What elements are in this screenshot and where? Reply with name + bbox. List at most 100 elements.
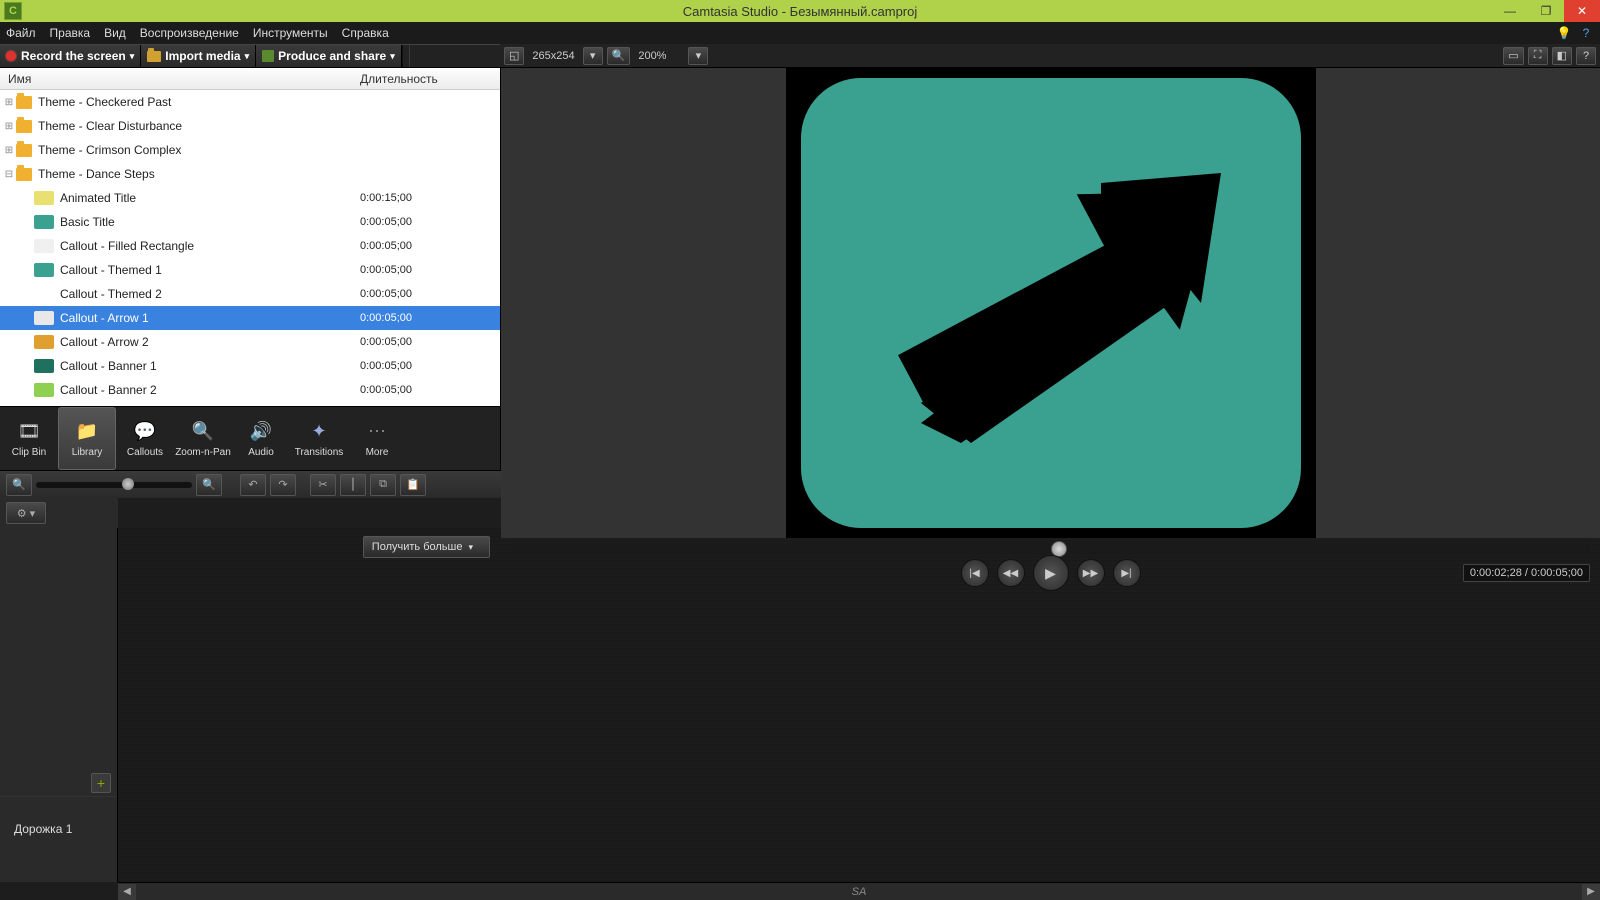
zoom-out-button[interactable]: 🔍 [6, 474, 32, 496]
zoom-slider[interactable] [36, 482, 192, 488]
preview-zoom-caret[interactable]: ▾ [688, 47, 708, 65]
library-pane: Имя Длительность ⊞Theme - Checkered Past… [0, 68, 500, 470]
preview-dim-caret[interactable]: ▾ [583, 47, 603, 65]
item-swatch-icon [34, 383, 54, 397]
theme-folder[interactable]: ⊞Theme - Crimson Complex [0, 138, 500, 162]
library-list[interactable]: ⊞Theme - Checkered Past⊞Theme - Clear Di… [0, 90, 500, 406]
library-item[interactable]: Callout - Themed 20:00:05;00 [0, 282, 500, 306]
track-content[interactable] [118, 528, 1600, 882]
close-button[interactable]: ✕ [1564, 0, 1600, 22]
zoom-thumb[interactable] [122, 478, 134, 490]
zoom-in-button[interactable]: 🔍 [196, 474, 222, 496]
library-item[interactable]: Callout - Wavy Rectangle0:00:05;00 [0, 402, 500, 406]
item-duration: 0:00:05;00 [360, 312, 500, 324]
library-item[interactable]: Callout - Banner 20:00:05;00 [0, 378, 500, 402]
item-label: Callout - Filled Rectangle [60, 239, 360, 253]
theme-folder[interactable]: ⊞Theme - Checkered Past [0, 90, 500, 114]
tips-icon[interactable]: 💡 [1556, 25, 1572, 41]
get-more-button[interactable]: Получить больше [363, 536, 490, 558]
tab-audio[interactable]: 🔊 Audio [232, 407, 290, 470]
menu-tools[interactable]: Инструменты [253, 26, 328, 40]
menubar: Файл Правка Вид Воспроизведение Инструме… [0, 22, 1600, 44]
library-item[interactable]: Callout - Arrow 10:00:05;00 [0, 306, 500, 330]
preview-canvas[interactable] [501, 68, 1600, 538]
timeline-options-button[interactable]: ⚙ ▾ [6, 502, 46, 524]
expand-icon[interactable]: ⊞ [2, 97, 16, 108]
item-label: Callout - Arrow 1 [60, 311, 360, 325]
undo-button[interactable]: ↶ [240, 474, 266, 496]
menu-edit[interactable]: Правка [50, 26, 91, 40]
titlebar: C Camtasia Studio - Безымянный.camproj —… [0, 0, 1600, 22]
tab-more[interactable]: ⋯ More [348, 407, 406, 470]
cut-button[interactable]: ✂ [310, 474, 336, 496]
menu-help[interactable]: Справка [342, 26, 389, 40]
expand-icon[interactable]: ⊞ [2, 145, 16, 156]
folder-icon [16, 96, 32, 109]
folder-icon [16, 168, 32, 181]
paste-button[interactable]: 📋 [400, 474, 426, 496]
theme-folder[interactable]: ⊞Theme - Clear Disturbance [0, 114, 500, 138]
item-label: Basic Title [60, 215, 360, 229]
library-item[interactable]: Animated Title0:00:15;00 [0, 186, 500, 210]
help-icon[interactable]: ? [1578, 25, 1594, 41]
transitions-icon: ✦ [305, 420, 333, 444]
redo-button[interactable]: ↷ [270, 474, 296, 496]
library-item[interactable]: Callout - Filled Rectangle0:00:05;00 [0, 234, 500, 258]
folder-icon [16, 120, 32, 133]
split-button[interactable]: ⎮ [340, 474, 366, 496]
item-duration: 0:00:15;00 [360, 192, 500, 204]
item-swatch-icon [34, 311, 54, 325]
theme-label: Theme - Dance Steps [38, 167, 360, 181]
preview-settings-button[interactable]: ◧ [1552, 47, 1572, 65]
library-item[interactable]: Callout - Themed 10:00:05;00 [0, 258, 500, 282]
tab-clipbin[interactable]: 🎞 Clip Bin [0, 407, 58, 470]
add-track-button[interactable]: + [91, 773, 111, 793]
preview-help-button[interactable]: ? [1576, 47, 1596, 65]
tab-zoom[interactable]: 🔍 Zoom-n-Pan [174, 407, 232, 470]
toolbar-grip[interactable] [402, 45, 410, 67]
preview-fullscreen-button[interactable]: ⛶ [1528, 47, 1548, 65]
more-icon: ⋯ [363, 420, 391, 444]
arrow-icon [871, 143, 1231, 463]
item-label: Callout - Themed 1 [60, 263, 360, 277]
expand-icon[interactable]: ⊞ [2, 121, 16, 132]
item-duration: 0:00:05;00 [360, 216, 500, 228]
produce-share-button[interactable]: Produce and share▾ [256, 45, 402, 67]
expand-icon[interactable]: ⊟ [2, 169, 16, 180]
item-swatch-icon [34, 215, 54, 229]
tab-callouts[interactable]: 💬 Callouts [116, 407, 174, 470]
timeline-scrollbar[interactable]: ◀ SA ▶ [118, 882, 1600, 900]
library-item[interactable]: Basic Title0:00:05;00 [0, 210, 500, 234]
item-label: Animated Title [60, 191, 360, 205]
shrink-fit-button[interactable]: ◱ [504, 47, 524, 65]
col-duration[interactable]: Длительность [360, 72, 500, 86]
theme-folder[interactable]: ⊟ Theme - Dance Steps [0, 162, 500, 186]
clipbin-icon: 🎞 [15, 420, 43, 444]
track-label-1[interactable]: Дорожка 1 [0, 796, 117, 860]
import-media-button[interactable]: Import media▾ [141, 45, 256, 67]
scroll-right-button[interactable]: ▶ [1582, 884, 1600, 900]
library-item[interactable]: Callout - Banner 10:00:05;00 [0, 354, 500, 378]
record-screen-button[interactable]: Record the screen▾ [0, 45, 141, 67]
menu-view[interactable]: Вид [104, 26, 126, 40]
library-icon: 📁 [73, 420, 101, 444]
zoom-search-icon[interactable]: 🔍 [607, 47, 631, 65]
item-duration: 0:00:05;00 [360, 384, 500, 396]
copy-button[interactable]: ⧉ [370, 474, 396, 496]
item-duration: 0:00:05;00 [360, 288, 500, 300]
window-title: Camtasia Studio - Безымянный.camproj [683, 4, 918, 19]
preview-dimensions-label: 265x254 [528, 50, 578, 62]
preview-detach-button[interactable]: ▭ [1503, 47, 1523, 65]
tab-library[interactable]: 📁 Library [58, 407, 116, 470]
minimize-button[interactable]: — [1492, 0, 1528, 22]
col-name[interactable]: Имя [0, 72, 360, 86]
menu-play[interactable]: Воспроизведение [140, 26, 239, 40]
maximize-button[interactable]: ❐ [1528, 0, 1564, 22]
item-swatch-icon [34, 263, 54, 277]
item-swatch-icon [34, 239, 54, 253]
record-icon [6, 51, 16, 61]
tab-transitions[interactable]: ✦ Transitions [290, 407, 348, 470]
library-item[interactable]: Callout - Arrow 20:00:05;00 [0, 330, 500, 354]
scroll-left-button[interactable]: ◀ [118, 884, 136, 900]
menu-file[interactable]: Файл [6, 26, 36, 40]
